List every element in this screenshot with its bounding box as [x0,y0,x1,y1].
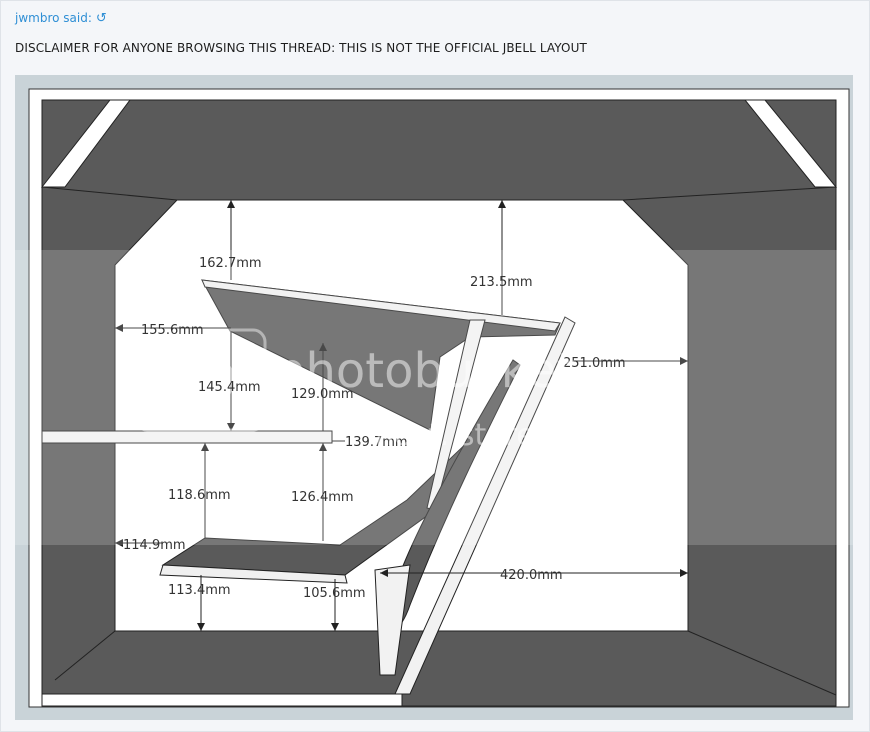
dim-label: 162.7mm [199,256,262,271]
dim-label: 126.4mm [291,490,354,505]
watermark-brand: photobucket [275,343,575,399]
dim-label: 114.9mm [123,538,186,553]
author-said-link[interactable]: jwmbro said: [15,11,92,25]
watermark-tagline: host. store. share. [375,418,646,453]
enclosure-diagram: 162.7mm 213.5mm 155.6mm 251.0mm 145.4mm … [15,75,853,720]
dim-label: 113.4mm [168,583,231,598]
dim-label: 213.5mm [470,275,533,290]
quote-attribution[interactable]: jwmbro said: ↺ [15,11,107,25]
dim-label: 145.4mm [198,380,261,395]
quote-block: jwmbro said: ↺ DISCLAIMER FOR ANYONE BRO… [0,0,870,732]
dim-label: 420.0mm [500,568,563,583]
disclaimer-text: DISCLAIMER FOR ANYONE BROWSING THIS THRE… [15,41,587,55]
dim-label: 118.6mm [168,488,231,503]
enclosure-diagram-svg: 162.7mm 213.5mm 155.6mm 251.0mm 145.4mm … [15,88,853,708]
bottom-board [41,693,403,707]
dim-label: 105.6mm [303,586,366,601]
reply-arrow-icon[interactable]: ↺ [96,12,107,25]
dim-label: 155.6mm [141,323,204,338]
